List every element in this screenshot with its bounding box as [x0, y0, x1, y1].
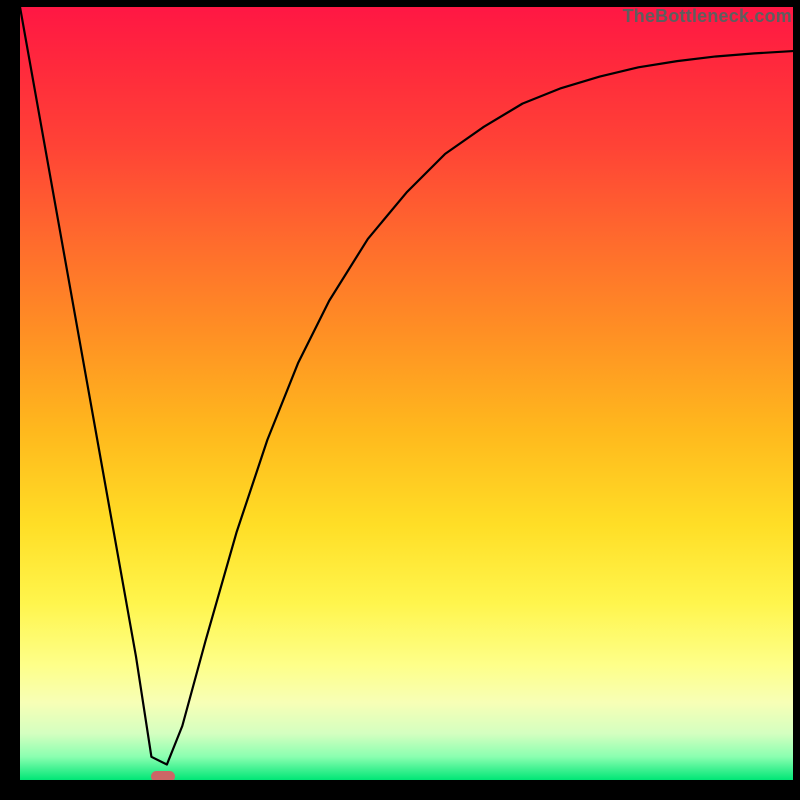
chart-frame: TheBottleneck.com	[0, 0, 800, 800]
minimum-marker	[151, 771, 176, 780]
bottleneck-curve	[20, 7, 793, 780]
watermark-text: TheBottleneck.com	[623, 6, 792, 27]
plot-area	[20, 7, 793, 780]
curve-path	[20, 7, 793, 765]
